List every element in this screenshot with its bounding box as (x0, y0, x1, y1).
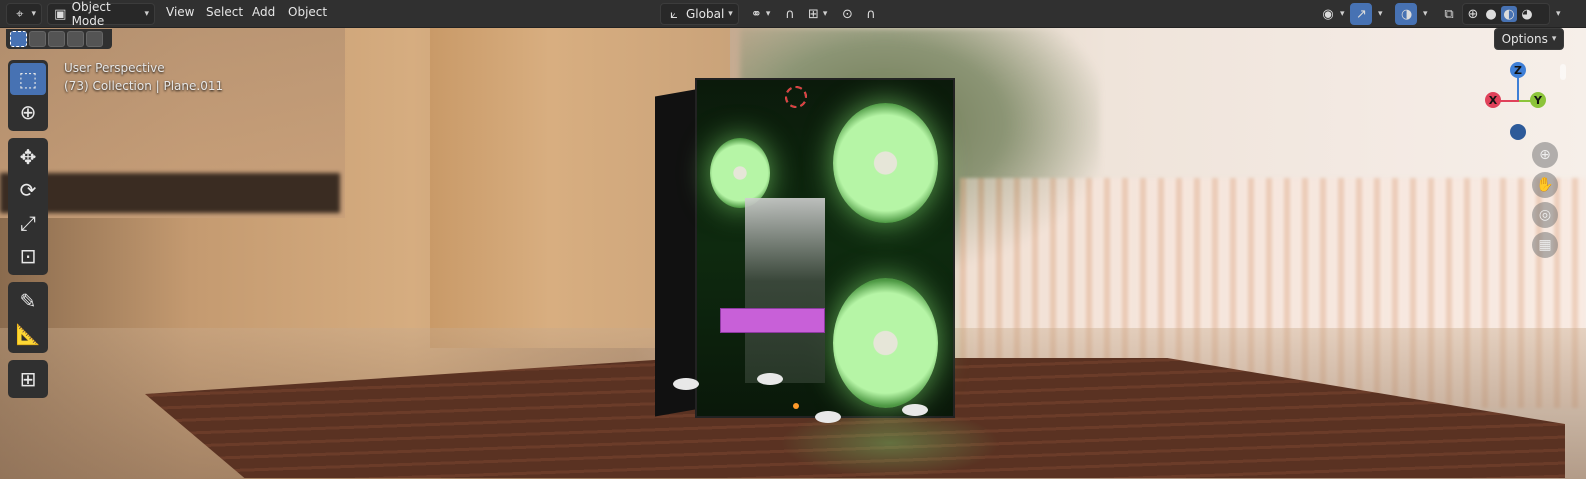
negative-z-axis-handle[interactable] (1510, 124, 1526, 140)
selection-mode-bar (6, 29, 112, 49)
xray-toggle[interactable]: ⧉ (1438, 3, 1460, 25)
visibility-eye-icon: ◉ (1322, 6, 1334, 22)
add-cube-tool-icon[interactable]: ⊞ (10, 363, 46, 395)
annotate-tool-icon[interactable]: ✎ (10, 285, 46, 317)
select-new-icon[interactable] (10, 31, 27, 47)
select-box-tool-icon[interactable]: ⬚ (10, 63, 46, 95)
rotate-tool-icon[interactable]: ⟳ (10, 174, 46, 206)
tool-group-select: ⬚ ⊕ (8, 60, 48, 131)
case-foot (815, 411, 841, 423)
shading-modes: ⊕ ● ◐ ◕ (1462, 3, 1550, 25)
overlays-toggle[interactable]: ◑ (1395, 3, 1417, 25)
menu-object[interactable]: Object (288, 5, 327, 19)
chevron-down-icon: ▾ (1340, 9, 1345, 19)
editor-type-icon: ⌖ (16, 6, 24, 22)
falloff-dropdown[interactable]: ∩ (858, 3, 884, 25)
perspective-toggle-icon[interactable]: ▦ (1532, 232, 1558, 258)
options-label: Options (1501, 32, 1548, 46)
gizmo-toggle[interactable]: ↗ (1350, 3, 1372, 25)
wireframe-shading-icon[interactable]: ⊕ (1465, 6, 1481, 22)
mode-dropdown[interactable]: ▣ Object Mode ▾ (47, 0, 155, 28)
transform-orientation-icon: ⟀ (670, 6, 678, 22)
3d-cursor-icon[interactable] (785, 86, 807, 108)
falloff-curve-icon: ∩ (866, 6, 876, 22)
scale-tool-icon[interactable]: ⤢ (10, 207, 46, 239)
select-intersect-icon[interactable] (86, 31, 103, 47)
chevron-down-icon: ▾ (144, 9, 149, 19)
chevron-down-icon: ▾ (1423, 9, 1428, 19)
pc-case-side-panel (655, 89, 695, 417)
snap-magnet-icon: ∩ (785, 6, 795, 22)
perspective-label: User Perspective (64, 61, 165, 75)
viewport-scrollbar[interactable] (1560, 64, 1566, 80)
chevron-down-icon: ▾ (822, 9, 828, 19)
visibility-dropdown[interactable]: ◉ ▾ (1314, 3, 1352, 25)
table-glow (780, 408, 1000, 478)
gizmo-options[interactable]: ▾ (1372, 3, 1388, 25)
viewport-header: ⌖ ▾ ▣ Object Mode ▾ View Select Add Objec… (0, 0, 1586, 28)
z-axis-handle[interactable]: Z (1510, 62, 1526, 78)
x-axis-handle[interactable]: X (1485, 92, 1501, 108)
tool-group-add: ⊞ (8, 360, 48, 398)
case-foot (673, 378, 699, 390)
transform-orientation-dropdown[interactable]: ⟀ Global ▾ (660, 3, 739, 25)
orientation-label: Global (686, 7, 725, 21)
case-foot (757, 373, 783, 385)
motherboard (745, 198, 825, 383)
chevron-down-icon: ▾ (1556, 9, 1561, 19)
proportional-editing-icon: ⊙ (842, 6, 853, 22)
options-dropdown[interactable]: Options ▾ (1494, 28, 1564, 50)
chevron-down-icon: ▾ (1551, 34, 1557, 44)
chevron-down-icon: ▾ (31, 9, 36, 19)
menu-view[interactable]: View (166, 5, 194, 19)
xray-icon: ⧉ (1444, 6, 1454, 22)
graphics-card (720, 308, 825, 333)
move-tool-icon[interactable]: ✥ (10, 141, 46, 173)
pivot-point-dropdown[interactable]: ⚭ ▾ (745, 3, 775, 25)
pivot-point-icon: ⚭ (751, 6, 762, 22)
tool-group-transform: ✥ ⟳ ⤢ ⊡ (8, 138, 48, 275)
y-axis-handle[interactable]: Y (1530, 92, 1546, 108)
snap-target-icon: ⊞ (808, 6, 819, 22)
background-shelf (0, 173, 340, 213)
menu-select[interactable]: Select (206, 5, 243, 19)
measure-tool-icon[interactable]: 📐 (10, 318, 46, 350)
upper-front-fan (833, 103, 938, 223)
tool-group-annotate: ✎ 📐 (8, 282, 48, 353)
chevron-down-icon: ▾ (728, 9, 733, 19)
chevron-down-icon: ▾ (765, 9, 771, 19)
collection-label: (73) Collection | Plane.011 (64, 79, 224, 93)
overlays-icon: ◑ (1401, 6, 1413, 22)
object-origin-dot (793, 403, 799, 409)
pan-hand-icon[interactable]: ✋ (1532, 172, 1558, 198)
cursor-tool-icon[interactable]: ⊕ (10, 96, 46, 128)
chevron-down-icon: ▾ (1378, 9, 1383, 19)
solid-shading-icon[interactable]: ● (1483, 6, 1499, 22)
overlays-options[interactable]: ▾ (1417, 3, 1433, 25)
rendered-shading-icon[interactable]: ◕ (1519, 6, 1535, 22)
camera-view-icon[interactable]: ◎ (1532, 202, 1558, 228)
select-subtract-icon[interactable] (48, 31, 65, 47)
zoom-icon[interactable]: ⊕ (1532, 142, 1558, 168)
gizmo-icon: ↗ (1356, 6, 1367, 22)
transform-tool-icon[interactable]: ⊡ (10, 240, 46, 272)
object-mode-icon: ▣ (54, 6, 67, 22)
tool-shelf: ⬚ ⊕ ✥ ⟳ ⤢ ⊡ ✎ 📐 ⊞ (8, 60, 48, 405)
mode-label: Object Mode (71, 0, 111, 28)
select-invert-icon[interactable] (67, 31, 84, 47)
snap-target-dropdown[interactable]: ⊞ ▾ (802, 3, 832, 25)
select-extend-icon[interactable] (29, 31, 46, 47)
menu-add[interactable]: Add (252, 5, 275, 19)
snap-toggle[interactable]: ∩ (778, 3, 802, 25)
shading-options[interactable]: ▾ (1550, 3, 1566, 25)
proportional-editing-toggle[interactable]: ⊙ (836, 3, 858, 25)
lower-front-fan (833, 278, 938, 408)
material-preview-shading-icon[interactable]: ◐ (1501, 6, 1517, 22)
editor-type-button[interactable]: ⌖ ▾ (6, 3, 42, 25)
case-foot (902, 404, 928, 416)
